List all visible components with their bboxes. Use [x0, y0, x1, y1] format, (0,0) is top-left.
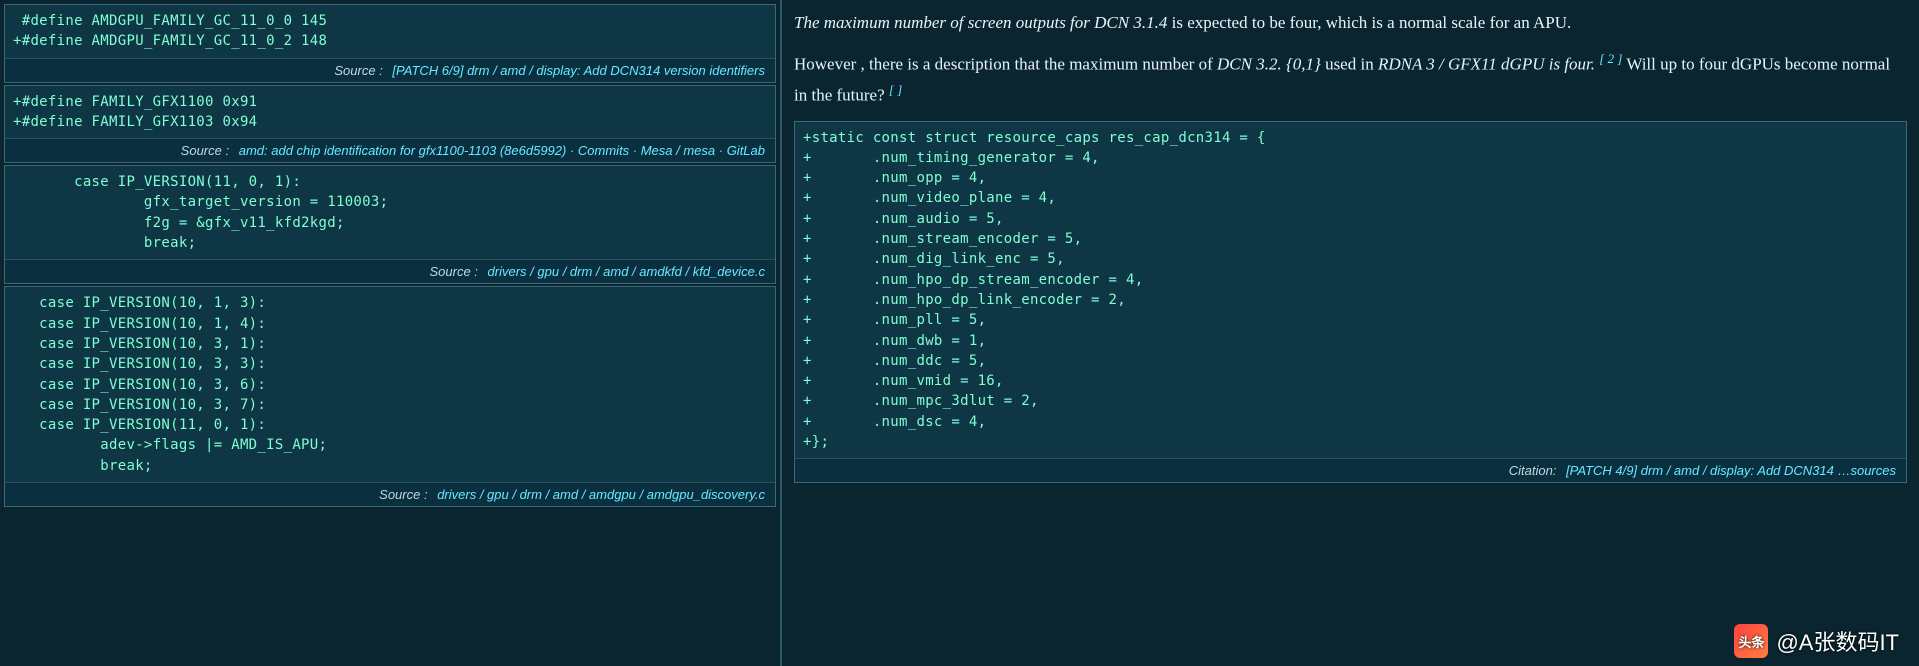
source-link[interactable]: drivers / gpu / drm / amd / amdgpu / amd… [437, 487, 765, 502]
footnote-ref[interactable]: [ 2 ] [1599, 51, 1622, 66]
code-panel-right: +static const struct resource_caps res_c… [794, 121, 1907, 484]
right-column: The maximum number of screen outputs for… [782, 0, 1919, 666]
left-column: #define AMDGPU_FAMILY_GC_11_0_0 145 +#de… [0, 0, 782, 666]
code-panel-1: #define AMDGPU_FAMILY_GC_11_0_0 145 +#de… [4, 4, 776, 83]
source-link[interactable]: amd: add chip identification for gfx1100… [239, 143, 765, 158]
code-body: case IP_VERSION(10, 1, 3): case IP_VERSI… [5, 287, 775, 482]
code-body: +#define FAMILY_GFX1100 0x91 +#define FA… [5, 86, 775, 139]
code-body: +static const struct resource_caps res_c… [795, 122, 1906, 459]
prose-italic: DCN 3.2. {0,1} [1217, 54, 1321, 73]
prose-paragraph-1: The maximum number of screen outputs for… [794, 8, 1907, 38]
prose-paragraph-2: However , there is a description that th… [794, 48, 1907, 111]
source-label: Source : [181, 143, 229, 158]
code-panel-4: case IP_VERSION(10, 1, 3): case IP_VERSI… [4, 286, 776, 507]
prose-italic: The maximum number of screen outputs for… [794, 13, 1167, 32]
prose-text: used in [1321, 54, 1378, 73]
prose-italic: RDNA 3 / GFX11 dGPU is four. [1378, 54, 1595, 73]
code-body: #define AMDGPU_FAMILY_GC_11_0_0 145 +#de… [5, 5, 775, 58]
prose-text: is expected to be four, which is a norma… [1167, 13, 1571, 32]
code-body: case IP_VERSION(11, 0, 1): gfx_target_ve… [5, 166, 775, 259]
source-link[interactable]: drivers / gpu / drm / amd / amdkfd / kfd… [488, 264, 765, 279]
citation-label: Citation: [1509, 463, 1557, 478]
source-label: Source : [379, 487, 427, 502]
source-link[interactable]: [PATCH 6/9] drm / amd / display: Add DCN… [392, 63, 765, 78]
code-panel-3: case IP_VERSION(11, 0, 1): gfx_target_ve… [4, 165, 776, 284]
citation-link[interactable]: [PATCH 4/9] drm / amd / display: Add DCN… [1566, 463, 1896, 478]
source-label: Source : [334, 63, 382, 78]
source-label: Source : [430, 264, 478, 279]
code-panel-2: +#define FAMILY_GFX1100 0x91 +#define FA… [4, 85, 776, 164]
prose-text: However , there is a description that th… [794, 54, 1217, 73]
code-footer: Source : drivers / gpu / drm / amd / amd… [5, 482, 775, 506]
code-footer: Citation: [PATCH 4/9] drm / amd / displa… [795, 458, 1906, 482]
code-footer: Source : [PATCH 6/9] drm / amd / display… [5, 58, 775, 82]
code-footer: Source : amd: add chip identification fo… [5, 138, 775, 162]
footnote-ref[interactable]: [ ] [889, 82, 902, 97]
code-footer: Source : drivers / gpu / drm / amd / amd… [5, 259, 775, 283]
